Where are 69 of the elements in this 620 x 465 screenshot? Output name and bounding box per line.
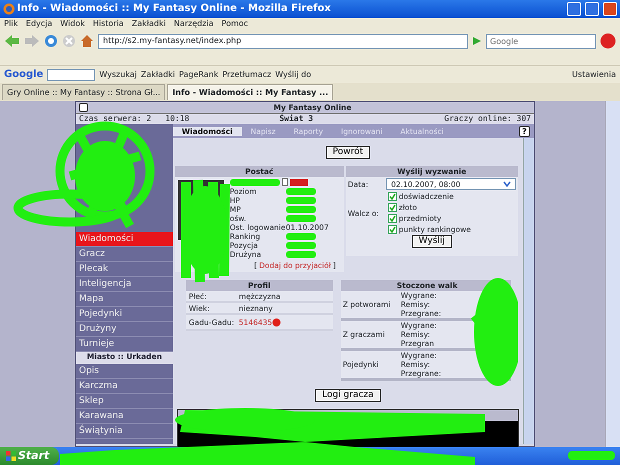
scribble-drawing — [286, 188, 316, 195]
home-icon[interactable] — [80, 34, 94, 48]
scribble-drawing — [286, 251, 316, 258]
toolbar-button[interactable]: Wyślij do — [275, 70, 312, 80]
menu-item[interactable]: Historia — [92, 19, 124, 29]
menu-item[interactable]: Widok — [60, 19, 85, 29]
scribble-drawing — [286, 242, 316, 249]
sidebar-item[interactable]: Wiadomości — [76, 232, 173, 247]
browser-tab[interactable]: Gry Online :: My Fantasy :: Strona Gł... — [2, 84, 166, 100]
menu-item[interactable]: Edycja — [26, 19, 52, 29]
send-button[interactable]: Wyślij — [412, 235, 452, 248]
checkbox[interactable] — [388, 203, 397, 212]
window-title: Info - Wiadomości :: My Fantasy Online - Mozilla Firefox — [17, 3, 332, 15]
menu-item[interactable]: Pomoc — [222, 19, 248, 29]
scrollbar[interactable] — [523, 138, 534, 444]
collapse-button[interactable] — [79, 103, 88, 112]
sidebar-item[interactable]: Gracz — [76, 247, 173, 262]
logs-button[interactable]: Logi gracza — [315, 388, 381, 402]
help-button[interactable]: ? — [519, 126, 530, 136]
server-time: 10:18 — [165, 114, 190, 124]
status-tag — [290, 178, 308, 186]
search-field[interactable]: Google — [486, 34, 596, 48]
sidebar-item[interactable]: Plecak — [76, 262, 173, 277]
sidebar-item[interactable]: Inteligencja — [76, 277, 173, 292]
checkbox[interactable] — [388, 192, 397, 201]
checkbox[interactable] — [388, 214, 397, 223]
scribble-drawing — [568, 449, 615, 462]
google-logo: Google — [4, 68, 44, 80]
scribble-drawing — [286, 233, 316, 240]
server-time: Czas serwera: 2 — [79, 114, 152, 124]
toolbar-button[interactable]: Wyszukaj — [99, 70, 137, 80]
stop-icon[interactable] — [62, 34, 76, 48]
back-arrow-icon[interactable] — [4, 34, 20, 48]
firefox-icon — [3, 3, 15, 15]
forward-arrow-icon[interactable] — [24, 34, 40, 48]
checkbox[interactable] — [388, 225, 397, 234]
chevron-down-icon — [502, 181, 511, 187]
browser-tab[interactable]: Info - Wiadomości :: My Fantasy ... — [167, 84, 334, 100]
address-field[interactable]: http://s2.my-fantasy.net/index.php — [98, 34, 468, 48]
sidebar-item[interactable]: Opis — [76, 364, 173, 379]
minimize-button[interactable] — [567, 2, 581, 16]
close-button[interactable] — [603, 2, 617, 16]
sidebar-item[interactable]: Mapa — [76, 292, 173, 307]
document-icon — [282, 178, 288, 186]
windows-logo-icon — [6, 451, 16, 461]
toolbar-search-field[interactable] — [47, 68, 96, 80]
menu-item[interactable]: Plik — [4, 19, 18, 29]
go-icon[interactable] — [472, 36, 482, 46]
players-online: Graczy online: 307 — [444, 114, 531, 124]
sidebar-item[interactable]: Karczma — [76, 379, 173, 394]
sidebar-item[interactable]: Świątynia — [76, 424, 173, 439]
menu-item[interactable]: Zakładki — [132, 19, 166, 29]
back-button[interactable]: Powrót — [326, 146, 370, 158]
toolbar-button[interactable]: PageRank — [179, 70, 218, 80]
sidebar-item[interactable]: Drużyny — [76, 322, 173, 337]
sidebar-item[interactable]: Karawana — [76, 409, 173, 424]
scribble-drawing — [286, 206, 316, 213]
menu-item[interactable]: Narzędzia — [174, 19, 214, 29]
sidebar-item[interactable]: Sklep — [76, 394, 173, 409]
sidebar-item[interactable]: Pojedynki — [76, 307, 173, 322]
scribble-drawing — [286, 197, 316, 204]
world-name: Świat 3 — [279, 114, 314, 124]
settings-button[interactable]: Ustawienia — [572, 70, 616, 80]
toolbar-button[interactable]: Przetłumacz — [222, 70, 272, 80]
maximize-button[interactable] — [585, 2, 599, 16]
scrollbar[interactable] — [605, 101, 620, 447]
reload-icon[interactable] — [44, 34, 58, 48]
toolbar-button[interactable]: Zakładki — [140, 70, 176, 80]
scribble-drawing — [286, 215, 316, 222]
